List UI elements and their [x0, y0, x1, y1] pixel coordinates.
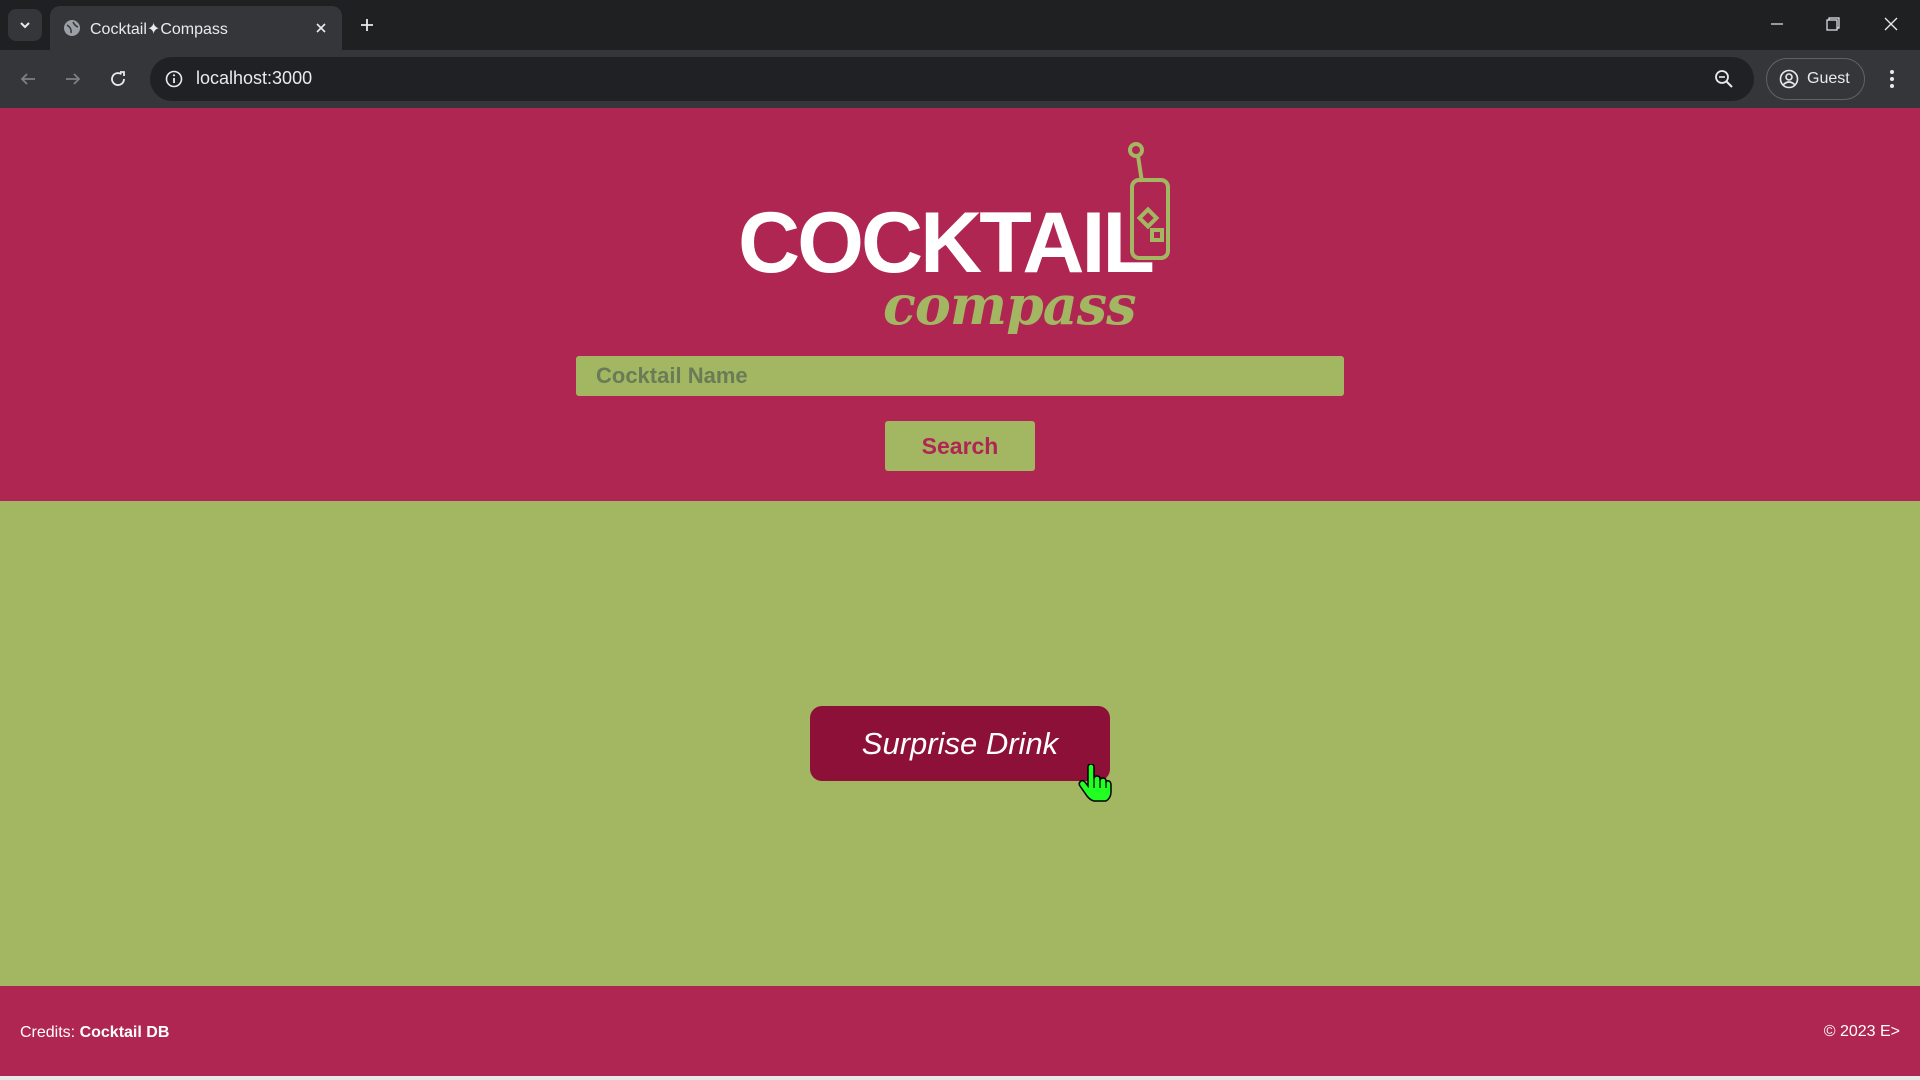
profile-button[interactable]: Guest [1766, 58, 1865, 100]
forward-arrow-icon [66, 73, 81, 85]
credits: Credits: Cocktail DB [20, 1024, 169, 1042]
tab-close-button[interactable] [310, 17, 332, 39]
site-info-button[interactable] [162, 67, 186, 91]
globe-icon [64, 20, 80, 36]
browser-menu-button[interactable] [1876, 63, 1908, 95]
copyright-text: © 2023 E> [1823, 1023, 1900, 1040]
hand-pointer-icon [1078, 764, 1112, 802]
kebab-menu-icon [1890, 70, 1894, 88]
cocktail-search-input[interactable] [576, 356, 1344, 396]
logo-text-script: compass [883, 273, 1136, 334]
info-icon [165, 70, 183, 88]
credits-source-link[interactable]: Cocktail DB [80, 1024, 170, 1041]
cocktail-compass-logo: COCKTAIL compass [738, 142, 1170, 334]
tab-list-button[interactable] [8, 9, 42, 41]
site-header: COCKTAIL compass Search [0, 108, 1920, 501]
back-button[interactable] [10, 61, 46, 97]
credits-prefix: Credits: [20, 1024, 76, 1041]
browser-tab-bar: Cocktail✦Compass [0, 0, 1920, 50]
close-window-button[interactable] [1871, 8, 1911, 40]
new-tab-button[interactable] [352, 10, 382, 40]
browser-tab[interactable]: Cocktail✦Compass [50, 6, 342, 50]
close-icon [1884, 17, 1898, 31]
minimize-icon [1771, 23, 1783, 25]
zoom-button[interactable] [1710, 65, 1738, 93]
tab-list-icon [20, 22, 30, 29]
search-button[interactable]: Search [885, 421, 1035, 471]
restore-icon [1826, 17, 1840, 31]
back-arrow-icon [20, 73, 35, 85]
main-section: Surprise Drink [0, 501, 1920, 986]
surprise-drink-button[interactable]: Surprise Drink [810, 706, 1110, 781]
forward-button[interactable] [55, 61, 91, 97]
restore-button[interactable] [1813, 8, 1853, 40]
profile-label: Guest [1807, 70, 1850, 87]
address-bar[interactable]: localhost:3000 [150, 57, 1754, 101]
site-footer: Credits: Cocktail DB © 2023 E> [0, 986, 1920, 1076]
zoom-icon [1715, 70, 1733, 88]
page-viewport: COCKTAIL compass Search Surprise Drink C… [0, 108, 1920, 1076]
plus-icon [361, 19, 373, 31]
minimize-button[interactable] [1757, 8, 1797, 40]
reload-icon [111, 71, 125, 86]
profile-icon [1779, 69, 1799, 89]
close-icon [316, 23, 326, 33]
tab-title: Cocktail✦Compass [90, 21, 228, 38]
window-bottom-edge [0, 1076, 1920, 1080]
browser-toolbar: localhost:3000 Guest [0, 50, 1920, 108]
url-text: localhost:3000 [196, 68, 313, 88]
reload-button[interactable] [100, 61, 136, 97]
